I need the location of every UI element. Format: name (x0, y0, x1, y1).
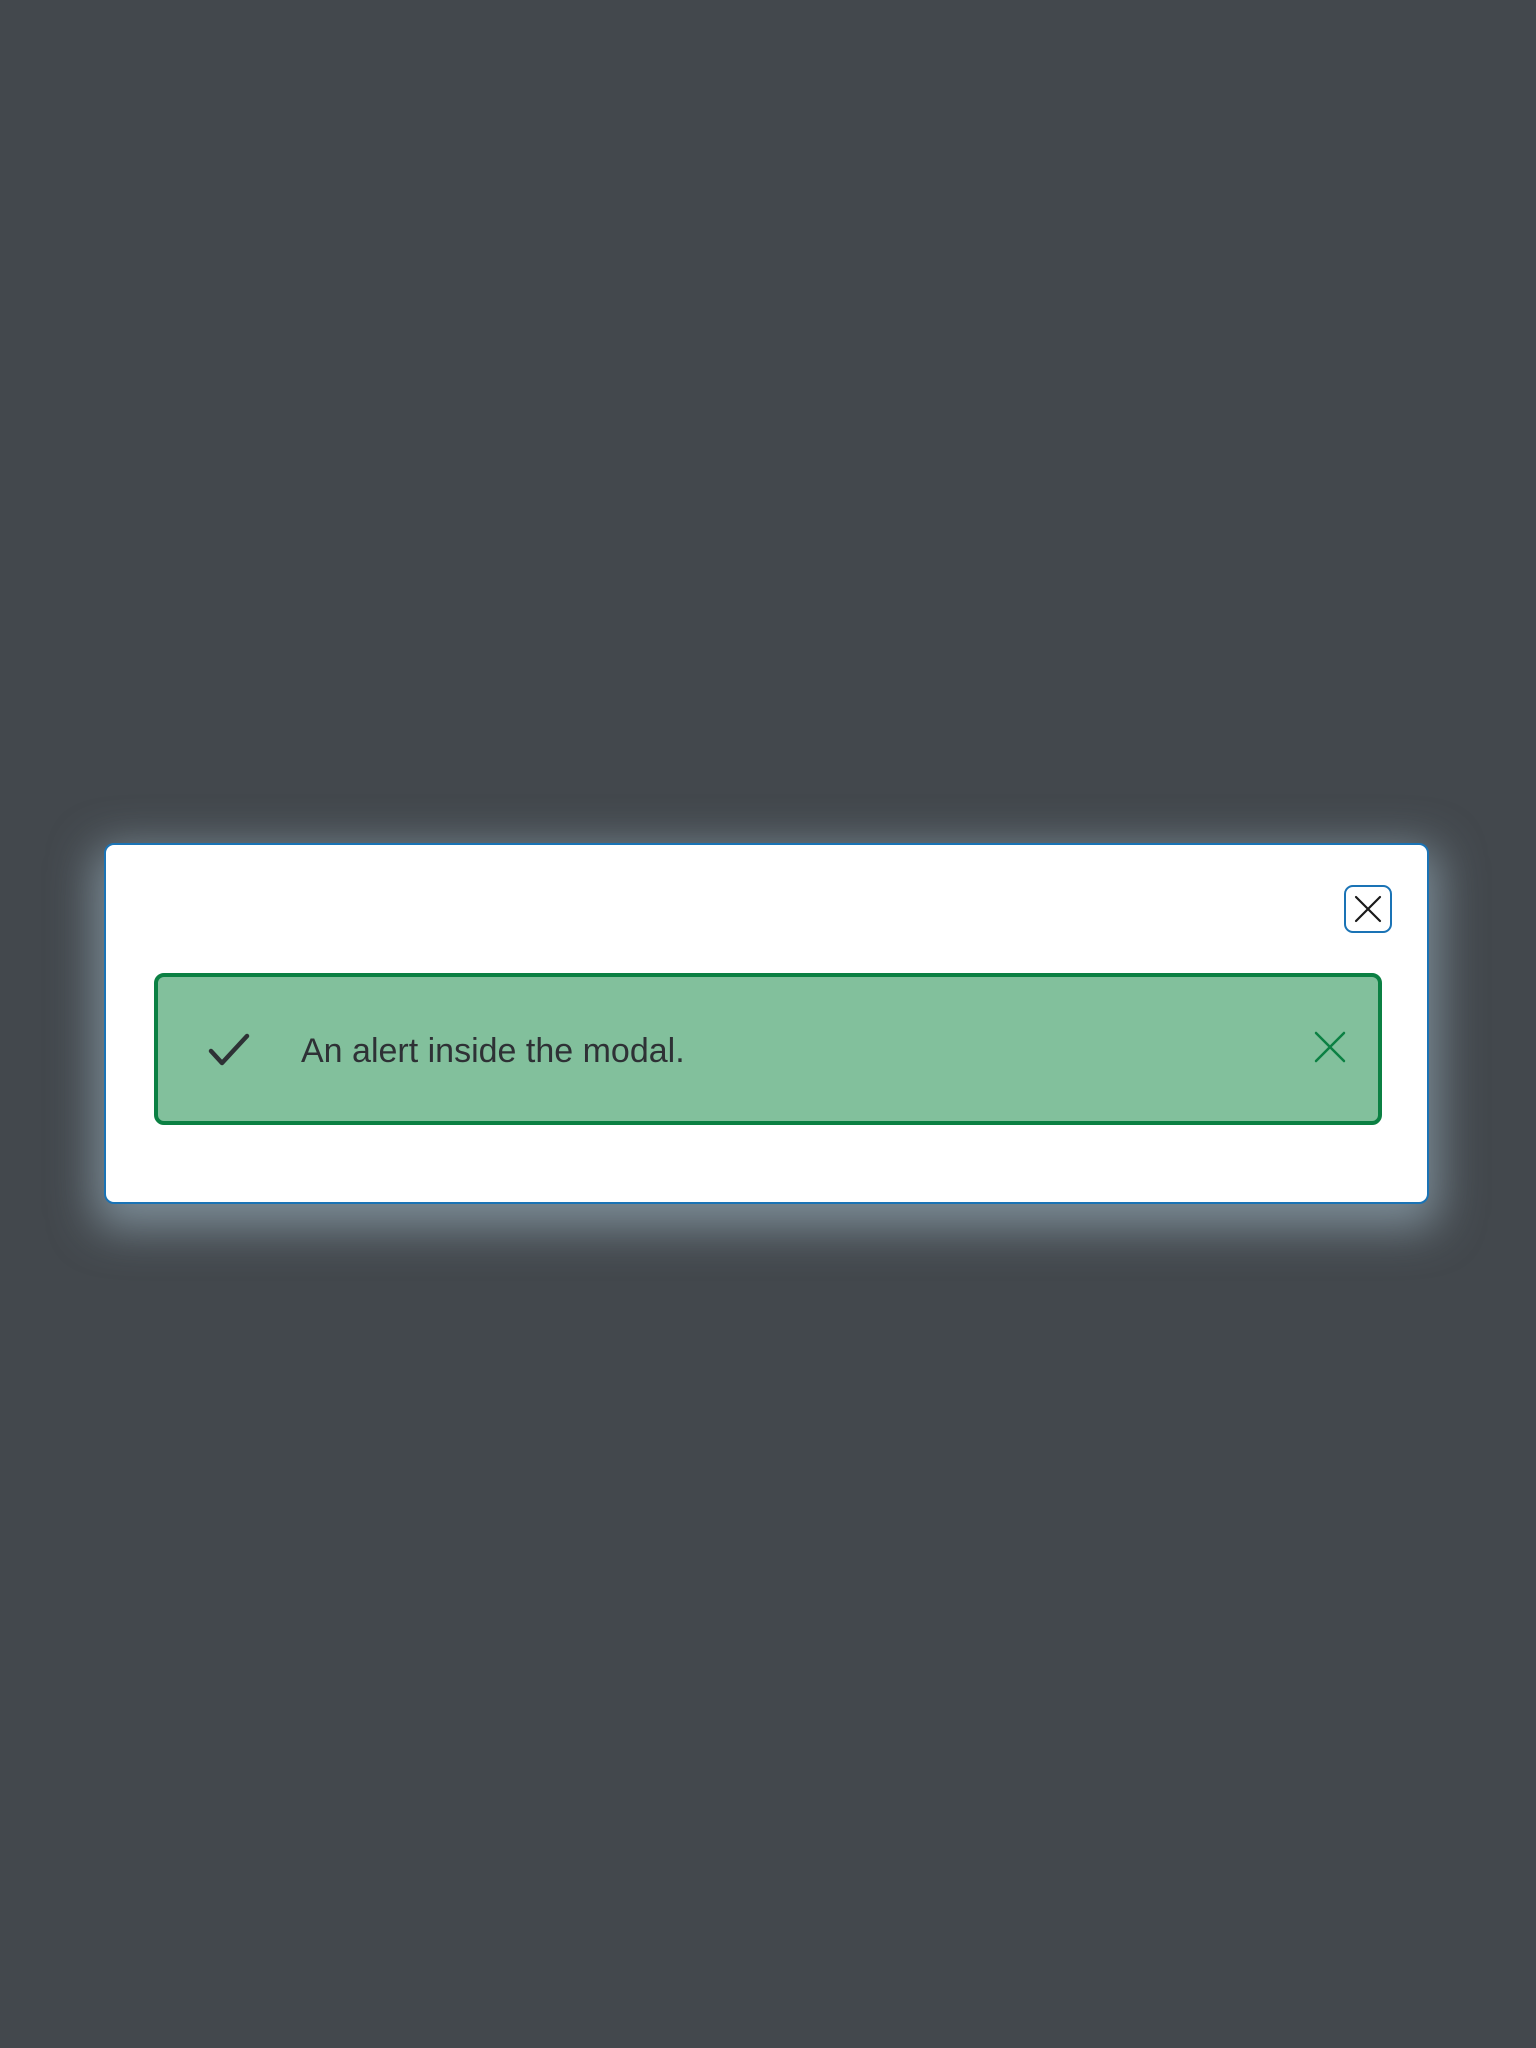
modal-dialog: An alert inside the modal. (104, 843, 1429, 1204)
alert-message: An alert inside the modal. (301, 1032, 685, 1070)
close-icon (1354, 895, 1382, 923)
success-alert: An alert inside the modal. (154, 973, 1382, 1125)
checkmark-icon (208, 1029, 250, 1071)
alert-close-button[interactable] (1310, 1027, 1350, 1067)
modal-close-button[interactable] (1344, 885, 1392, 933)
close-icon (1314, 1031, 1346, 1063)
